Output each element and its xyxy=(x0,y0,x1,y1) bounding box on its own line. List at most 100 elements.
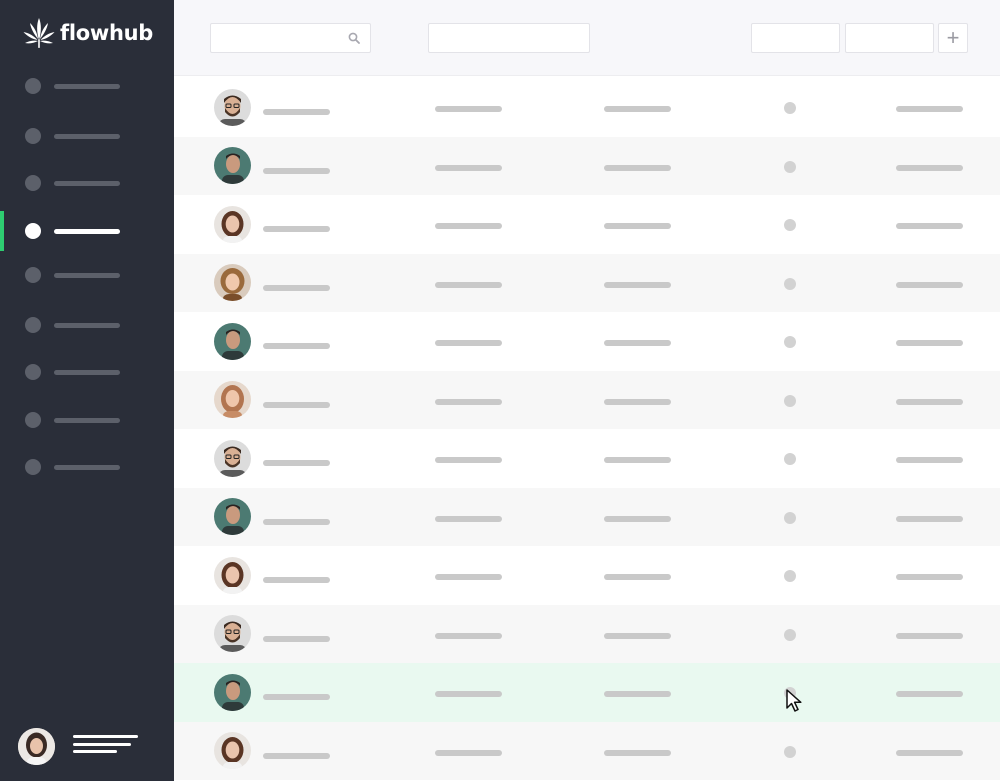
contacts-table xyxy=(174,78,1000,780)
avatar[interactable] xyxy=(214,673,251,711)
sidebar-item-label xyxy=(54,133,120,139)
nav-item-icon xyxy=(25,223,41,239)
sidebar-item-label xyxy=(54,369,120,375)
sidebar-item-7[interactable] xyxy=(0,352,174,392)
avatar[interactable] xyxy=(214,732,251,770)
cell-col-5 xyxy=(896,281,963,288)
cell-col-2 xyxy=(435,398,502,405)
table-row[interactable] xyxy=(174,546,1000,605)
status-indicator xyxy=(784,219,796,231)
sidebar-item-4-active[interactable] xyxy=(0,211,174,251)
table-row[interactable] xyxy=(174,663,1000,722)
mouse-pointer-icon xyxy=(786,689,802,712)
sidebar-item-6[interactable] xyxy=(0,305,174,345)
cell-col-5 xyxy=(896,106,963,112)
avatar[interactable] xyxy=(214,615,251,653)
cell-col-5 xyxy=(896,515,963,522)
user-profile[interactable] xyxy=(18,728,148,768)
toolbar-action-button-1[interactable] xyxy=(751,23,840,53)
search-icon xyxy=(348,32,360,44)
cell-col-2 xyxy=(435,632,502,639)
sidebar-item-2[interactable] xyxy=(0,116,174,156)
cell-col-5 xyxy=(896,223,963,229)
leaf-logo-icon xyxy=(23,18,55,48)
cell-col-3 xyxy=(604,223,671,229)
sidebar-item-label xyxy=(54,417,120,423)
cell-col-3 xyxy=(604,632,671,639)
status-indicator xyxy=(784,277,796,290)
sidebar-item-label xyxy=(54,322,120,328)
nav-item-icon xyxy=(25,128,41,144)
avatar[interactable] xyxy=(214,264,251,302)
app-window: flowhub + xyxy=(0,0,1000,781)
nav-item-icon xyxy=(25,78,41,94)
cell-col-2 xyxy=(435,106,502,112)
sidebar-item-9[interactable] xyxy=(0,447,174,487)
cell-col-3 xyxy=(604,340,671,346)
avatar[interactable] xyxy=(214,556,251,594)
cell-name xyxy=(263,635,330,642)
nav-item-icon xyxy=(25,267,41,283)
table-row[interactable] xyxy=(174,370,1000,429)
cell-col-2 xyxy=(435,749,502,756)
avatar[interactable] xyxy=(214,381,251,419)
profile-meta-line xyxy=(73,750,117,753)
nav-item-icon xyxy=(25,317,41,333)
avatar[interactable] xyxy=(214,205,251,243)
avatar[interactable] xyxy=(214,498,251,536)
cell-name xyxy=(263,343,330,349)
table-row[interactable] xyxy=(174,195,1000,254)
avatar[interactable] xyxy=(214,88,251,126)
cell-col-5 xyxy=(896,340,963,346)
table-row[interactable] xyxy=(174,487,1000,546)
status-indicator xyxy=(784,336,796,348)
cell-col-3 xyxy=(604,515,671,522)
profile-meta-line xyxy=(73,743,131,746)
sidebar-item-3[interactable] xyxy=(0,163,174,203)
cell-name xyxy=(263,577,330,583)
table-row[interactable] xyxy=(174,312,1000,371)
sidebar-item-8[interactable] xyxy=(0,400,174,440)
cell-name xyxy=(263,284,330,291)
cell-col-3 xyxy=(604,398,671,405)
profile-name-line xyxy=(73,735,138,738)
cell-col-5 xyxy=(896,749,963,756)
avatar[interactable] xyxy=(18,728,55,765)
table-row[interactable] xyxy=(174,604,1000,663)
sidebar-item-label xyxy=(54,272,120,278)
cell-col-5 xyxy=(896,632,963,639)
table-row[interactable] xyxy=(174,721,1000,780)
flowhub-logo[interactable]: flowhub xyxy=(22,16,153,50)
brand-name: flowhub xyxy=(60,21,153,45)
cell-col-3 xyxy=(604,457,671,463)
table-row[interactable] xyxy=(174,136,1000,195)
toolbar-action-button-2[interactable] xyxy=(845,23,934,53)
cell-col-5 xyxy=(896,398,963,405)
search-input[interactable] xyxy=(210,23,371,53)
cell-col-3 xyxy=(604,106,671,112)
toolbar: + xyxy=(174,0,1000,76)
cell-col-2 xyxy=(435,164,502,171)
add-button[interactable]: + xyxy=(938,23,968,53)
table-row[interactable] xyxy=(174,429,1000,488)
cell-name xyxy=(263,752,330,759)
sidebar-item-label xyxy=(54,464,120,470)
avatar[interactable] xyxy=(214,147,251,185)
sidebar-item-1[interactable] xyxy=(0,66,174,106)
table-row[interactable] xyxy=(174,253,1000,312)
status-indicator xyxy=(784,394,796,407)
status-indicator xyxy=(784,102,796,114)
nav-item-icon xyxy=(25,459,41,475)
cell-col-3 xyxy=(604,281,671,288)
avatar[interactable] xyxy=(214,322,251,360)
cell-name xyxy=(263,401,330,408)
cell-name xyxy=(263,226,330,232)
status-indicator xyxy=(784,511,796,524)
filter-input[interactable] xyxy=(428,23,590,53)
sidebar-item-5[interactable] xyxy=(0,255,174,295)
cell-col-2 xyxy=(435,457,502,463)
avatar[interactable] xyxy=(214,439,251,477)
table-row[interactable] xyxy=(174,78,1000,137)
cell-col-2 xyxy=(435,691,502,697)
cell-col-5 xyxy=(896,691,963,697)
